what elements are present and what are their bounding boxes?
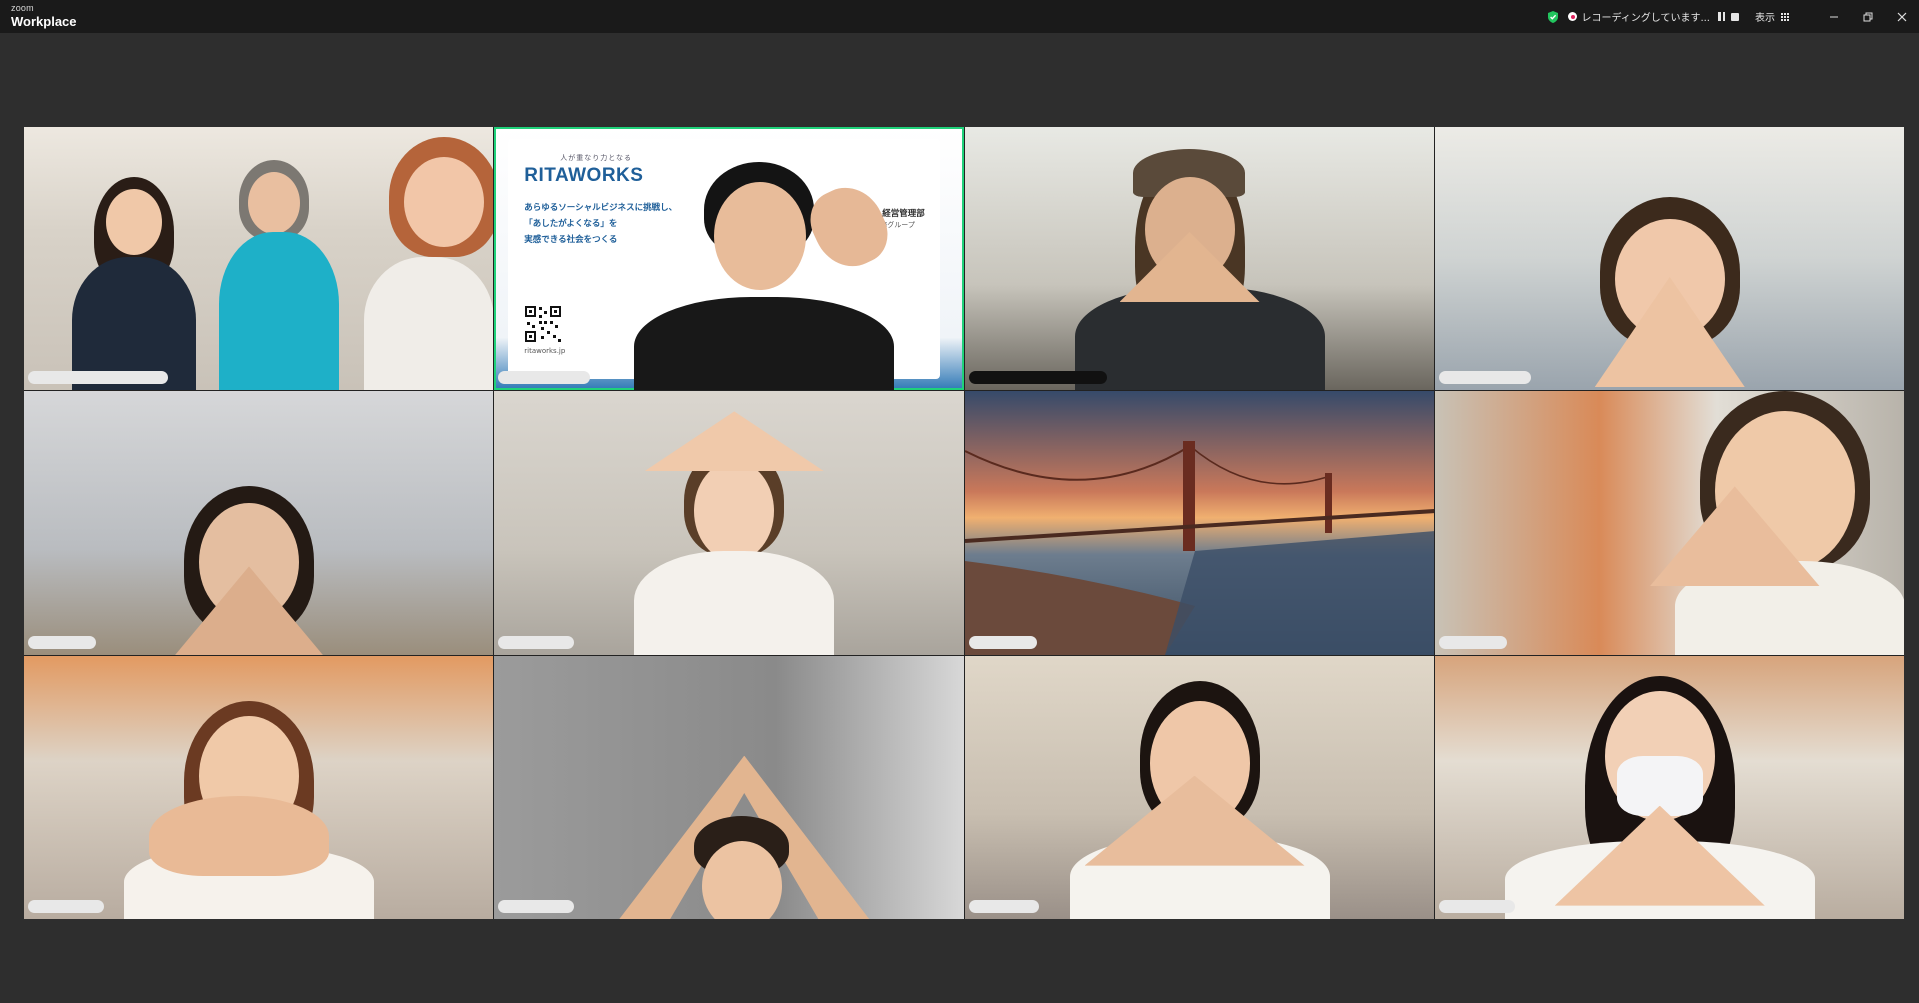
minimize-icon <box>1830 16 1838 17</box>
participant-name-label <box>1438 371 1531 385</box>
participant-name-label <box>1438 635 1507 649</box>
participant-body <box>634 551 835 655</box>
recording-status-text: レコーディングしています... <box>1581 13 1710 24</box>
grid-view-icon <box>1781 12 1789 21</box>
participant-hands <box>149 795 329 876</box>
golden-gate-bridge-image <box>964 441 1434 655</box>
video-tile[interactable] <box>964 655 1434 919</box>
slide-line-3: 実感できる社会をつくる <box>524 235 618 245</box>
encryption-shield-icon[interactable] <box>1546 10 1560 24</box>
participant-hands <box>644 411 825 472</box>
slide-line-1: あらゆるソーシャルビジネスに挑戦し、 <box>524 203 678 213</box>
pause-recording-icon[interactable] <box>1718 12 1725 21</box>
video-tile-active-speaker[interactable]: 人が重なり力となる RITAWORKS あらゆるソーシャルビジネスに挑戦し、 「… <box>494 127 964 391</box>
close-button[interactable] <box>1885 0 1919 33</box>
slide-url: ritaworks.jp <box>524 347 566 355</box>
brand-large-text: Workplace <box>11 14 77 29</box>
participant-name-label <box>28 900 104 913</box>
zoom-workplace-logo: zoom Workplace <box>11 3 77 29</box>
restore-button[interactable] <box>1851 0 1885 33</box>
participant-face <box>714 182 807 290</box>
video-tile[interactable] <box>964 127 1434 391</box>
participant-name-label <box>968 900 1039 913</box>
participant-name-label <box>968 371 1107 385</box>
participant-face <box>248 172 300 234</box>
restore-icon <box>1863 12 1873 21</box>
video-tile-virtual-background[interactable] <box>964 391 1434 655</box>
video-tile[interactable] <box>494 391 964 655</box>
view-button[interactable]: 表示 <box>1755 9 1789 24</box>
video-tile[interactable] <box>24 127 494 391</box>
brand-small-text: zoom <box>11 3 34 13</box>
participant-face <box>106 189 162 255</box>
video-tile[interactable] <box>1434 127 1904 391</box>
ritaworks-logo: RITAWORKS <box>524 165 644 186</box>
video-tile[interactable] <box>24 391 494 655</box>
slide-tagline: 人が重なり力となる <box>560 154 633 162</box>
participant-name-label <box>968 635 1037 649</box>
participant-name-label <box>498 635 575 649</box>
video-tile[interactable] <box>1434 655 1904 919</box>
video-tile[interactable] <box>1434 391 1904 655</box>
recording-indicator[interactable]: レコーディングしています... <box>1568 9 1710 24</box>
qr-code-icon <box>524 305 563 343</box>
participant-body <box>634 297 895 391</box>
title-bar-controls: レコーディングしています... 表示 <box>1546 0 1919 33</box>
participant-name-label <box>28 635 96 649</box>
participant-name-label <box>28 371 168 385</box>
stop-recording-icon[interactable] <box>1731 12 1739 21</box>
video-tile[interactable] <box>24 655 494 919</box>
participant-body <box>72 257 196 391</box>
participant-name-label <box>498 900 575 913</box>
participant-hands <box>1084 775 1305 866</box>
recording-dot-icon <box>1568 12 1578 21</box>
participant-name-label <box>498 371 591 385</box>
participant-name-label <box>1438 900 1515 913</box>
participant-face <box>404 157 484 247</box>
video-gallery: 人が重なり力となる RITAWORKS あらゆるソーシャルビジネスに挑戦し、 「… <box>24 127 1904 919</box>
close-icon <box>1897 12 1907 21</box>
participant-body <box>364 257 494 391</box>
view-button-label: 表示 <box>1755 13 1775 24</box>
slide-department: 経営管理部 <box>882 209 925 219</box>
slide-line-2: 「あしたがよくなる」を <box>524 219 618 229</box>
minimize-button[interactable] <box>1817 0 1851 33</box>
title-bar: zoom Workplace レコーディングしています... 表示 <box>0 0 1919 33</box>
participant-face <box>694 461 775 562</box>
participant-body <box>219 232 339 391</box>
video-tile[interactable] <box>494 655 964 919</box>
participant-body <box>1074 287 1325 391</box>
